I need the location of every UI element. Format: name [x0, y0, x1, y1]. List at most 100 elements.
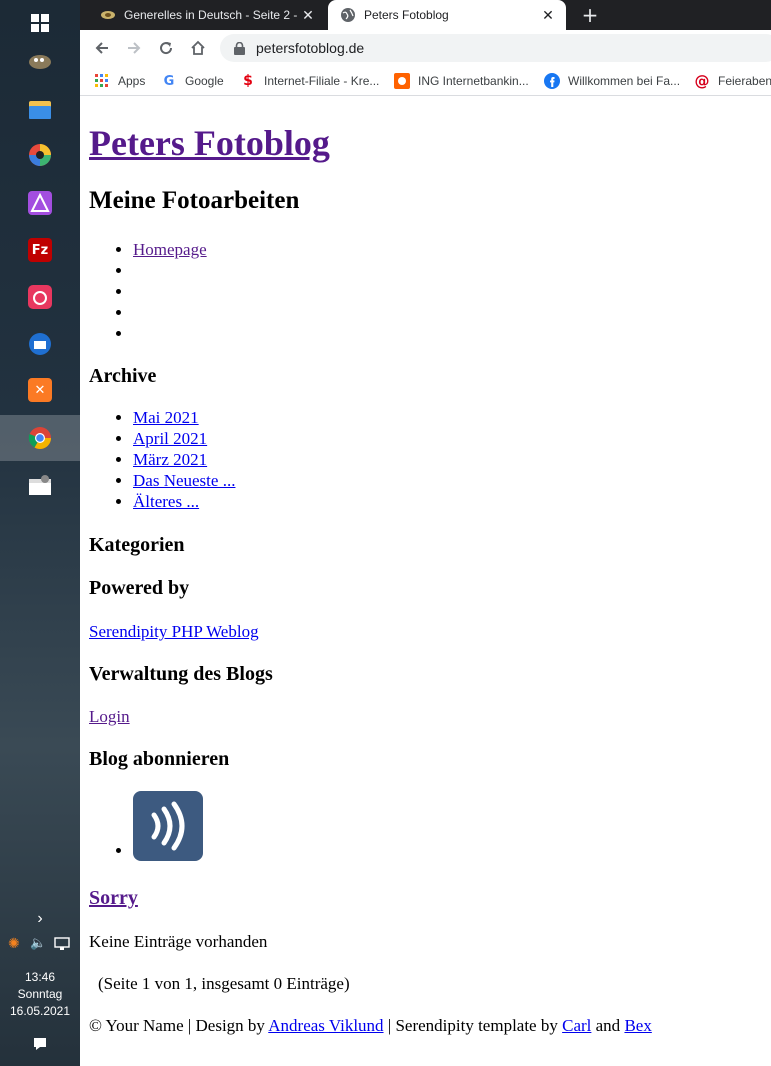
- clock-day: Sonntag: [17, 987, 63, 1001]
- apps-grid-icon: [94, 73, 110, 89]
- at-icon: @: [694, 72, 710, 90]
- nav-item: [133, 260, 207, 281]
- login-link[interactable]: Login: [89, 707, 130, 726]
- bex-link[interactable]: Bex: [624, 1016, 651, 1035]
- gimp-icon: [29, 55, 51, 69]
- feed-waves-icon: [151, 801, 185, 851]
- bookmark-label: ING Internetbankin...: [418, 74, 529, 88]
- tab-generelles[interactable]: Generelles in Deutsch - Seite 2 - ✕: [88, 0, 326, 30]
- archive-item: Älteres ...: [133, 491, 235, 512]
- taskbar-clock[interactable]: 13:46 Sonntag 16.05.2021: [0, 969, 80, 1020]
- network-icon[interactable]: [54, 937, 70, 951]
- archive-item: Das Neueste ...: [133, 470, 235, 491]
- arrow-left-icon: [95, 42, 108, 54]
- reload-icon: [160, 42, 173, 55]
- bookmarks-bar: Apps G Google $ Internet-Filiale - Kre..…: [80, 66, 771, 96]
- system-tray: ✺ 🔈: [0, 934, 80, 956]
- reload-button[interactable]: [154, 36, 178, 60]
- footer-separator: | Serendipity template by: [383, 1016, 563, 1035]
- xampp-icon: ✕: [28, 378, 52, 402]
- taskbar-affinity-photo[interactable]: [0, 180, 80, 226]
- action-center-button[interactable]: [0, 1036, 80, 1058]
- tab-title: Peters Fotoblog: [364, 8, 449, 22]
- designer-link[interactable]: Andreas Viklund: [268, 1016, 383, 1035]
- chrome-icon: [28, 427, 51, 449]
- taskbar-photo-app[interactable]: [0, 132, 80, 178]
- tab-title: Generelles in Deutsch - Seite 2 -: [124, 8, 298, 22]
- serendipity-link[interactable]: Serendipity PHP Weblog: [89, 622, 259, 641]
- nav-list: Homepage: [89, 239, 207, 344]
- address-bar[interactable]: petersfotoblog.de: [220, 34, 771, 62]
- archive-link[interactable]: Älteres ...: [133, 492, 199, 511]
- new-tab-button[interactable]: +: [578, 3, 602, 27]
- taskbar-gimp[interactable]: [0, 38, 80, 84]
- taskbar-chrome[interactable]: [0, 415, 80, 461]
- windows-logo-icon: [31, 14, 49, 32]
- tray-expand-chevron-icon[interactable]: ›: [0, 910, 80, 932]
- taskbar-app-window[interactable]: [0, 462, 80, 508]
- admin-line: Login: [89, 706, 130, 727]
- feed-icon[interactable]: [133, 791, 203, 861]
- entry-title: Sorry: [89, 886, 138, 910]
- ing-icon: [394, 73, 410, 89]
- entry-title-link[interactable]: Sorry: [89, 887, 138, 909]
- lock-icon[interactable]: [232, 41, 246, 55]
- forward-button[interactable]: [122, 36, 146, 60]
- sparkasse-icon: $: [243, 73, 253, 89]
- tab-peters-fotoblog[interactable]: Peters Fotoblog ✕: [328, 0, 566, 30]
- site-subtitle: Meine Fotoarbeiten: [89, 187, 300, 214]
- browser-toolbar: petersfotoblog.de: [80, 30, 771, 66]
- admin-heading: Verwaltung des Blogs: [89, 663, 273, 685]
- archive-list: Mai 2021 April 2021 März 2021 Das Neuest…: [89, 407, 235, 512]
- windows-taskbar: Fz ✕ › ✺ 🔈 13:46 Sonntag 16.05.2021: [0, 0, 80, 1066]
- archive-item: März 2021: [133, 449, 235, 470]
- clock-time: 13:46: [24, 970, 56, 984]
- tab-strip: Generelles in Deutsch - Seite 2 - ✕ Pete…: [80, 0, 771, 30]
- globe-icon: [340, 7, 356, 23]
- affinity-icon: [28, 191, 52, 215]
- bookmark-ing[interactable]: ING Internetbankin...: [394, 72, 529, 90]
- forum-favicon-icon: [100, 7, 116, 23]
- powered-heading: Powered by: [89, 577, 190, 599]
- nav-link-homepage[interactable]: Homepage: [133, 240, 207, 259]
- bookmark-google[interactable]: G Google: [161, 72, 224, 90]
- bookmark-apps[interactable]: Apps: [94, 72, 145, 90]
- avast-icon[interactable]: ✺: [8, 936, 20, 952]
- back-button[interactable]: [90, 36, 114, 60]
- volume-icon[interactable]: 🔈: [30, 936, 46, 951]
- footer-copyright: © Your Name | Design by: [89, 1016, 269, 1035]
- filezilla-icon: Fz: [28, 238, 52, 262]
- carl-link[interactable]: Carl: [562, 1016, 591, 1035]
- taskbar-file-explorer[interactable]: [0, 86, 80, 132]
- footer: © Your Name | Design by Andreas Viklund …: [89, 1015, 652, 1036]
- subscribe-item: [133, 791, 203, 861]
- arrow-right-icon: [128, 42, 141, 54]
- taskbar-creative-cloud[interactable]: [0, 274, 80, 320]
- taskbar-thunderbird[interactable]: [0, 321, 80, 367]
- facebook-icon: [544, 73, 560, 89]
- site-title-link[interactable]: Peters Fotoblog: [89, 123, 330, 163]
- bookmark-facebook[interactable]: Willkommen bei Fa...: [544, 72, 680, 90]
- home-button[interactable]: [186, 36, 210, 60]
- bookmark-internet-filiale[interactable]: $ Internet-Filiale - Kre...: [240, 72, 379, 90]
- notification-icon: [34, 1038, 46, 1050]
- aperture-icon: [29, 144, 51, 166]
- taskbar-xampp[interactable]: ✕: [0, 367, 80, 413]
- archive-link[interactable]: März 2021: [133, 450, 207, 469]
- powered-line: Serendipity PHP Weblog: [89, 621, 259, 642]
- google-icon: G: [163, 73, 175, 89]
- tab-close-icon[interactable]: ✕: [538, 7, 558, 24]
- archive-link[interactable]: April 2021: [133, 429, 207, 448]
- bookmark-feierabend[interactable]: @ Feierabend: [694, 72, 771, 90]
- folder-icon: [29, 101, 51, 119]
- home-icon: [191, 40, 205, 55]
- archive-link[interactable]: Das Neueste ...: [133, 471, 235, 490]
- pagination-text: (Seite 1 von 1, insgesamt 0 Einträge): [98, 974, 350, 993]
- archive-link[interactable]: Mai 2021: [133, 408, 199, 427]
- bookmark-label: Internet-Filiale - Kre...: [264, 74, 380, 88]
- taskbar-filezilla[interactable]: Fz: [0, 227, 80, 273]
- tab-close-icon[interactable]: ✕: [298, 7, 318, 24]
- site-title: Peters Fotoblog: [89, 123, 330, 163]
- nav-item: Homepage: [133, 239, 207, 260]
- subscribe-list: [89, 791, 203, 861]
